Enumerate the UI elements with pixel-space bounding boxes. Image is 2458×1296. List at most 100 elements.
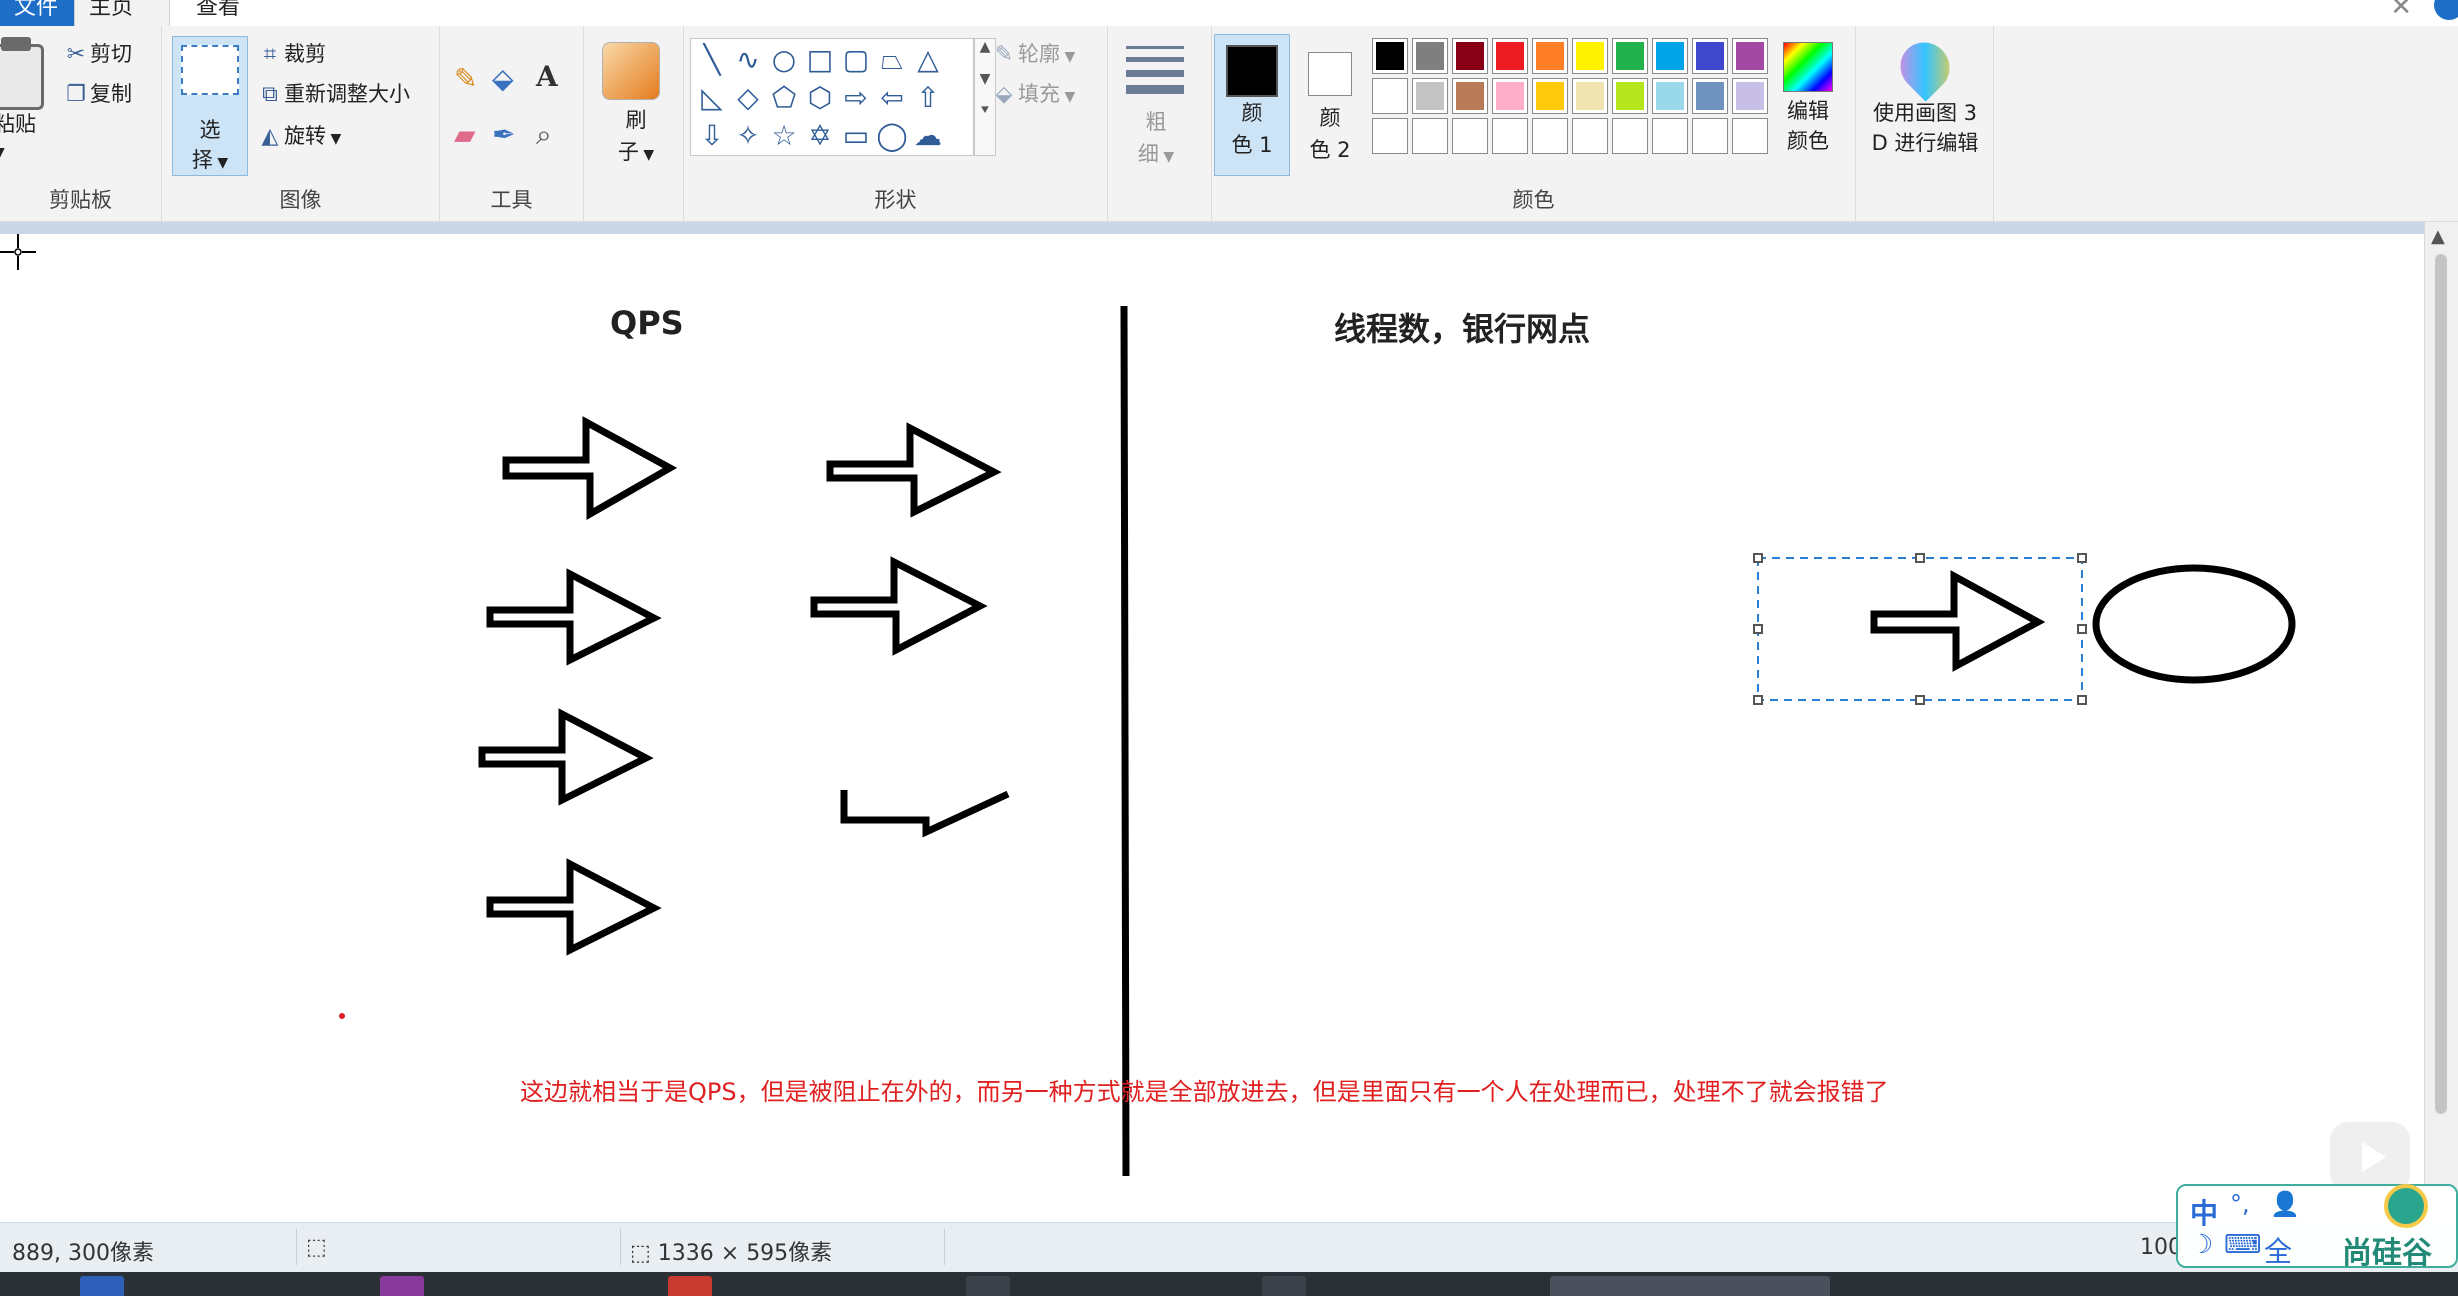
palette-empty-swatch[interactable] bbox=[1492, 118, 1528, 154]
triangle-shape-icon[interactable]: △ bbox=[911, 41, 945, 79]
palette-color-swatch[interactable] bbox=[1572, 38, 1608, 74]
palette-color-swatch[interactable] bbox=[1572, 78, 1608, 114]
diamond-shape-icon[interactable]: ◇ bbox=[731, 79, 765, 117]
callout-oval-shape-icon[interactable]: ◯ bbox=[875, 117, 909, 155]
palette-color-swatch[interactable] bbox=[1532, 38, 1568, 74]
rotate-button[interactable]: ◭ 旋转 ▼ bbox=[256, 120, 342, 150]
selection-size-icon: ⬚ bbox=[306, 1235, 327, 1260]
user-icon[interactable]: 👤 bbox=[2270, 1190, 2300, 1218]
palette-color-swatch[interactable] bbox=[1452, 38, 1488, 74]
six-point-star-shape-icon[interactable]: ✡ bbox=[803, 117, 837, 155]
taskbar-app-icon[interactable] bbox=[1262, 1276, 1306, 1296]
taskbar-app-icon[interactable] bbox=[80, 1276, 124, 1296]
color-picker-icon[interactable]: ✒ bbox=[492, 118, 515, 151]
up-arrow-shape-icon[interactable]: ⇧ bbox=[911, 79, 945, 117]
paste-label: 粘贴 bbox=[0, 112, 36, 136]
scroll-up-icon[interactable]: ▲ bbox=[2431, 226, 2445, 247]
video-play-icon[interactable] bbox=[2330, 1122, 2410, 1192]
polygon-shape-icon[interactable]: ⏢ bbox=[875, 41, 909, 79]
palette-empty-swatch[interactable] bbox=[1692, 118, 1728, 154]
palette-color-swatch[interactable] bbox=[1492, 78, 1528, 114]
palette-color-swatch[interactable] bbox=[1532, 78, 1568, 114]
edit-colors-button[interactable]: 编辑 颜色 bbox=[1770, 42, 1846, 156]
palette-color-swatch[interactable] bbox=[1732, 38, 1768, 74]
palette-color-swatch[interactable] bbox=[1412, 38, 1448, 74]
rounded-rectangle-shape-icon[interactable]: ▢ bbox=[839, 41, 873, 79]
palette-empty-swatch[interactable] bbox=[1612, 118, 1648, 154]
fill-button[interactable]: ⬙ 填充 ▼ bbox=[990, 78, 1076, 108]
palette-color-swatch[interactable] bbox=[1612, 78, 1648, 114]
callout-cloud-shape-icon[interactable]: ☁ bbox=[911, 117, 945, 155]
palette-empty-swatch[interactable] bbox=[1652, 118, 1688, 154]
edit-with-paint3d-button[interactable]: 使用画图 3D 进行编辑 bbox=[1860, 32, 1990, 158]
watermark-logo: 尚硅谷 bbox=[2342, 1236, 2432, 1271]
copy-button[interactable]: ❐ 复制 bbox=[62, 78, 132, 108]
palette-color-swatch[interactable] bbox=[1372, 78, 1408, 114]
moon-icon[interactable]: ☽ bbox=[2190, 1230, 2213, 1260]
paste-button[interactable]: 粘贴 ▼ bbox=[0, 108, 42, 162]
ime-fullwidth-toggle[interactable]: 全 bbox=[2264, 1230, 2292, 1270]
size-button[interactable]: 粗 细 ▼ bbox=[1124, 106, 1188, 173]
curve-shape-icon[interactable]: ∿ bbox=[731, 41, 765, 79]
text-tool-icon[interactable]: A bbox=[536, 60, 558, 93]
outline-button[interactable]: ✎ 轮廓 ▼ bbox=[990, 38, 1075, 68]
palette-color-swatch[interactable] bbox=[1732, 78, 1768, 114]
tab-home[interactable]: 主页 bbox=[74, 0, 170, 26]
palette-color-swatch[interactable] bbox=[1652, 78, 1688, 114]
right-triangle-shape-icon[interactable]: ◺ bbox=[695, 79, 729, 117]
ime-punctuation-toggle[interactable]: °, bbox=[2230, 1190, 2250, 1218]
taskbar-active-app[interactable] bbox=[1550, 1276, 1830, 1296]
line-shape-icon[interactable]: ╲ bbox=[695, 41, 729, 79]
palette-color-swatch[interactable] bbox=[1692, 78, 1728, 114]
taskbar-app-icon[interactable] bbox=[380, 1276, 424, 1296]
palette-empty-swatch[interactable] bbox=[1532, 118, 1568, 154]
crop-button[interactable]: ⌗ 裁剪 bbox=[256, 38, 326, 68]
palette-color-swatch[interactable] bbox=[1372, 38, 1408, 74]
palette-empty-swatch[interactable] bbox=[1412, 118, 1448, 154]
color1-button[interactable]: 颜色 1 bbox=[1214, 34, 1290, 176]
cut-button[interactable]: ✂ 剪切 bbox=[62, 38, 132, 68]
taskbar-app-icon[interactable] bbox=[668, 1276, 712, 1296]
hexagon-shape-icon[interactable]: ⬡ bbox=[803, 79, 837, 117]
palette-empty-swatch[interactable] bbox=[1452, 118, 1488, 154]
brush-icon[interactable] bbox=[602, 42, 660, 100]
fill-bucket-icon[interactable]: ⬙ bbox=[492, 62, 514, 95]
resize-button[interactable]: ⧉ 重新调整大小 bbox=[256, 78, 410, 108]
eraser-icon[interactable]: ▰ bbox=[454, 118, 476, 151]
palette-color-swatch[interactable] bbox=[1452, 78, 1488, 114]
color2-button[interactable]: 颜色 2 bbox=[1292, 34, 1368, 176]
tab-file[interactable]: 文件 bbox=[0, 0, 74, 26]
collapse-ribbon-icon[interactable]: ✕ bbox=[2390, 0, 2412, 22]
pentagon-shape-icon[interactable]: ⬠ bbox=[767, 79, 801, 117]
taskbar-app-icon[interactable] bbox=[966, 1276, 1010, 1296]
five-point-star-shape-icon[interactable]: ☆ bbox=[767, 117, 801, 155]
palette-color-swatch[interactable] bbox=[1652, 38, 1688, 74]
pencil-icon[interactable]: ✎ bbox=[454, 62, 477, 95]
palette-empty-swatch[interactable] bbox=[1732, 118, 1768, 154]
paste-icon[interactable] bbox=[0, 37, 44, 110]
ime-mode-toggle[interactable]: 中 bbox=[2190, 1192, 2218, 1232]
palette-color-swatch[interactable] bbox=[1692, 38, 1728, 74]
left-arrow-shape-icon[interactable]: ⇦ bbox=[875, 79, 909, 117]
oval-shape-icon[interactable]: ○ bbox=[767, 41, 801, 79]
right-arrow-shape-icon[interactable]: ⇨ bbox=[839, 79, 873, 117]
four-point-star-shape-icon[interactable]: ✧ bbox=[731, 117, 765, 155]
tab-view[interactable]: 查看 bbox=[182, 0, 254, 26]
palette-empty-swatch[interactable] bbox=[1572, 118, 1608, 154]
select-button[interactable]: 选 择 ▼ bbox=[172, 36, 248, 176]
palette-color-swatch[interactable] bbox=[1492, 38, 1528, 74]
vertical-scrollbar[interactable]: ▲ bbox=[2424, 222, 2458, 1222]
help-icon[interactable] bbox=[2434, 0, 2458, 20]
keyboard-icon[interactable]: ⌨ bbox=[2224, 1230, 2262, 1260]
scrollbar-thumb[interactable] bbox=[2435, 254, 2447, 1114]
palette-color-swatch[interactable] bbox=[1612, 38, 1648, 74]
palette-color-swatch[interactable] bbox=[1412, 78, 1448, 114]
magnifier-icon[interactable]: ⌕ bbox=[536, 118, 552, 152]
arrow-shape bbox=[486, 568, 662, 666]
brushes-button[interactable]: 刷 子 ▼ bbox=[606, 104, 666, 171]
callout-rect-shape-icon[interactable]: ▭ bbox=[839, 117, 873, 155]
down-arrow-shape-icon[interactable]: ⇩ bbox=[695, 117, 729, 155]
drawing-canvas[interactable]: QPS 线程数，银行网点 这边就相当于是QPS，但是被阻止在外的，而另一种方式就… bbox=[0, 234, 2424, 1224]
rectangle-shape-icon[interactable]: □ bbox=[803, 41, 837, 79]
palette-empty-swatch[interactable] bbox=[1372, 118, 1408, 154]
